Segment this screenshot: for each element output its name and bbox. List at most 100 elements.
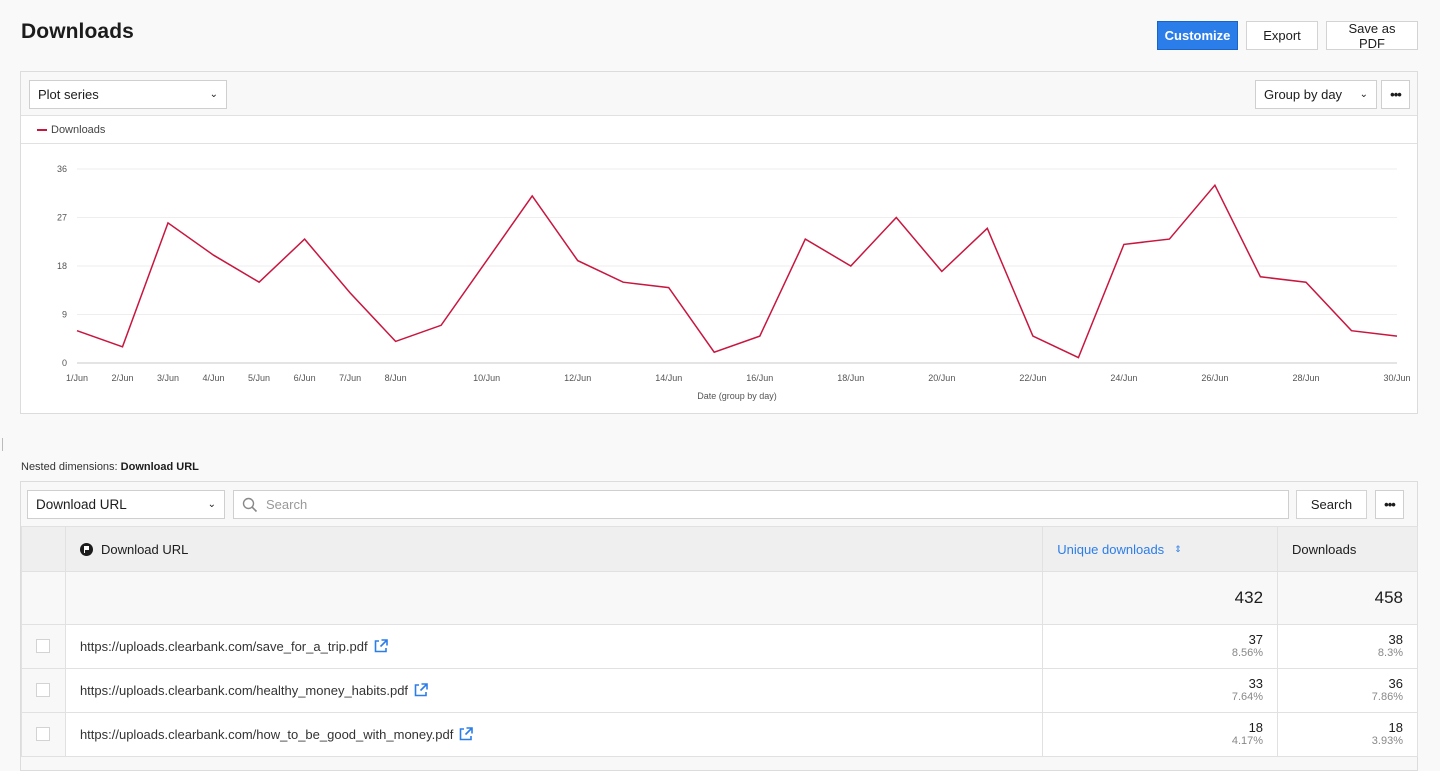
- row-checkbox[interactable]: [36, 727, 51, 742]
- nested-value: Download URL: [120, 461, 199, 473]
- x-tick-label: 10/Jun: [473, 373, 500, 383]
- nested-dimensions-label: Nested dimensions: Download URL: [21, 461, 199, 473]
- search-icon: [242, 497, 258, 512]
- resize-handle[interactable]: [2, 438, 3, 451]
- x-tick-label: 8/Jun: [385, 373, 407, 383]
- x-tick-label: 30/Jun: [1383, 373, 1410, 383]
- unique-downloads-value: 18: [1248, 720, 1264, 735]
- x-tick-label: 26/Jun: [1201, 373, 1228, 383]
- unique-downloads-percent: 7.64%: [1231, 691, 1264, 703]
- downloads-percent: 7.86%: [1371, 691, 1403, 703]
- totals-url-cell: [64, 571, 1044, 625]
- downloads-percent: 3.93%: [1371, 735, 1403, 747]
- page-title: Downloads: [21, 20, 134, 43]
- downloads-value: 38: [1388, 632, 1403, 647]
- table-row[interactable]: https://uploads.clearbank.com/save_for_a…: [21, 624, 1418, 669]
- unique-downloads-cell: 33 7.64%: [1042, 668, 1279, 713]
- chart-toolbar: Plot series ⌄ Group by day ⌄ •••: [21, 72, 1417, 116]
- row-check-cell: [21, 668, 66, 713]
- x-tick-label: 12/Jun: [564, 373, 591, 383]
- chart-panel: Plot series ⌄ Group by day ⌄ ••• Downloa…: [20, 71, 1418, 414]
- header-check-cell: [21, 526, 66, 572]
- chevron-down-icon: ⌄: [209, 89, 218, 100]
- totals-row: 432 458: [21, 571, 1418, 625]
- row-checkbox[interactable]: [36, 683, 51, 698]
- unique-downloads-value: 33: [1248, 676, 1264, 691]
- column-header-download-url[interactable]: Download URL: [64, 526, 1044, 572]
- downloads-value: 18: [1388, 720, 1403, 735]
- row-checkbox[interactable]: [36, 639, 51, 654]
- downloads-cell: 38 8.3%: [1277, 624, 1418, 669]
- chevron-down-icon: ⌄: [207, 499, 216, 510]
- x-tick-label: 20/Jun: [928, 373, 955, 383]
- column-header-downloads[interactable]: Downloads: [1277, 526, 1418, 572]
- more-icon: •••: [1384, 497, 1396, 512]
- downloads-value: 36: [1388, 676, 1403, 691]
- unique-downloads-cell: 37 8.56%: [1042, 624, 1279, 669]
- x-axis-title: Date (group by day): [697, 391, 777, 401]
- unique-downloads-value: 37: [1248, 632, 1264, 647]
- plot-series-label: Plot series: [38, 87, 99, 102]
- url-cell: https://uploads.clearbank.com/healthy_mo…: [64, 668, 1044, 713]
- group-by-select[interactable]: Group by day ⌄: [1255, 80, 1377, 109]
- column-header-unique-downloads[interactable]: Unique downloads ⇕: [1042, 526, 1279, 572]
- unique-downloads-percent: 8.56%: [1231, 647, 1264, 659]
- download-url: https://uploads.clearbank.com/how_to_be_…: [79, 727, 454, 742]
- x-tick-label: 2/Jun: [112, 373, 134, 383]
- downloads-percent: 8.3%: [1377, 647, 1403, 659]
- download-url: https://uploads.clearbank.com/save_for_a…: [79, 639, 368, 654]
- search-input[interactable]: [264, 496, 1164, 513]
- chart-grid: [77, 168, 1397, 364]
- x-tick-label: 4/Jun: [203, 373, 225, 383]
- legend-label-downloads[interactable]: Downloads: [51, 124, 105, 136]
- series-line-downloads: [76, 183, 1398, 359]
- table-row[interactable]: https://uploads.clearbank.com/how_to_be_…: [21, 712, 1418, 757]
- table-more-button[interactable]: •••: [1375, 490, 1404, 519]
- group-by-label: Group by day: [1264, 87, 1343, 102]
- sort-icon[interactable]: ⇕: [1174, 544, 1182, 555]
- save-as-pdf-button[interactable]: Save as PDF: [1326, 21, 1418, 51]
- external-link-icon[interactable]: [459, 727, 474, 741]
- flag-icon: [79, 542, 93, 556]
- x-tick-label: 22/Jun: [1019, 373, 1046, 383]
- y-axis-ticks: 0 9 18 27 36: [57, 164, 67, 368]
- nested-prefix: Nested dimensions:: [21, 461, 118, 473]
- search-box: [233, 490, 1289, 519]
- dimension-select-label: Download URL: [36, 497, 127, 512]
- x-tick-label: 28/Jun: [1292, 373, 1319, 383]
- chart-more-button[interactable]: •••: [1381, 80, 1410, 109]
- url-cell: https://uploads.clearbank.com/how_to_be_…: [64, 712, 1044, 757]
- total-downloads: 458: [1277, 571, 1418, 625]
- column-header-label: Downloads: [1292, 541, 1357, 557]
- x-axis-ticks: 1/Jun 2/Jun 3/Jun 4/Jun 5/Jun 6/Jun 7/Jun 8/Jun…: [66, 373, 1411, 383]
- table-row[interactable]: https://uploads.clearbank.com/healthy_mo…: [21, 668, 1418, 713]
- total-unique-downloads: 432: [1042, 571, 1279, 625]
- downloads-table: Download URL Unique downloads ⇕ Download…: [21, 526, 1418, 757]
- external-link-icon[interactable]: [374, 639, 388, 653]
- customize-button[interactable]: Customize: [1157, 21, 1238, 50]
- header-actions: Customize Export Save as PDF: [1157, 21, 1418, 51]
- table-panel: Download URL ⌄ Search ••• Download URL: [20, 481, 1418, 771]
- x-tick-label: 3/Jun: [157, 373, 179, 383]
- url-cell: https://uploads.clearbank.com/save_for_a…: [64, 624, 1044, 669]
- search-button[interactable]: Search: [1296, 490, 1367, 519]
- dimension-select[interactable]: Download URL ⌄: [27, 490, 225, 519]
- export-button[interactable]: Export: [1246, 21, 1318, 50]
- more-icon: •••: [1390, 87, 1402, 102]
- x-tick-label: 1/Jun: [66, 373, 88, 383]
- x-tick-label: 18/Jun: [837, 373, 864, 383]
- row-check-cell: [21, 624, 66, 669]
- y-tick-label: 9: [62, 310, 67, 320]
- legend-swatch-downloads: [37, 128, 47, 131]
- x-tick-label: 16/Jun: [746, 373, 773, 383]
- chevron-down-icon: ⌄: [1359, 89, 1368, 100]
- downloads-cell: 18 3.93%: [1277, 712, 1418, 757]
- column-header-label: Unique downloads: [1057, 541, 1165, 557]
- y-tick-label: 27: [57, 213, 67, 223]
- plot-series-select[interactable]: Plot series ⌄: [29, 80, 227, 109]
- external-link-icon[interactable]: [414, 683, 428, 697]
- unique-downloads-percent: 4.17%: [1231, 735, 1264, 747]
- downloads-cell: 36 7.86%: [1277, 668, 1418, 713]
- table-toolbar: Download URL ⌄ Search •••: [21, 482, 1417, 526]
- x-tick-label: 14/Jun: [655, 373, 682, 383]
